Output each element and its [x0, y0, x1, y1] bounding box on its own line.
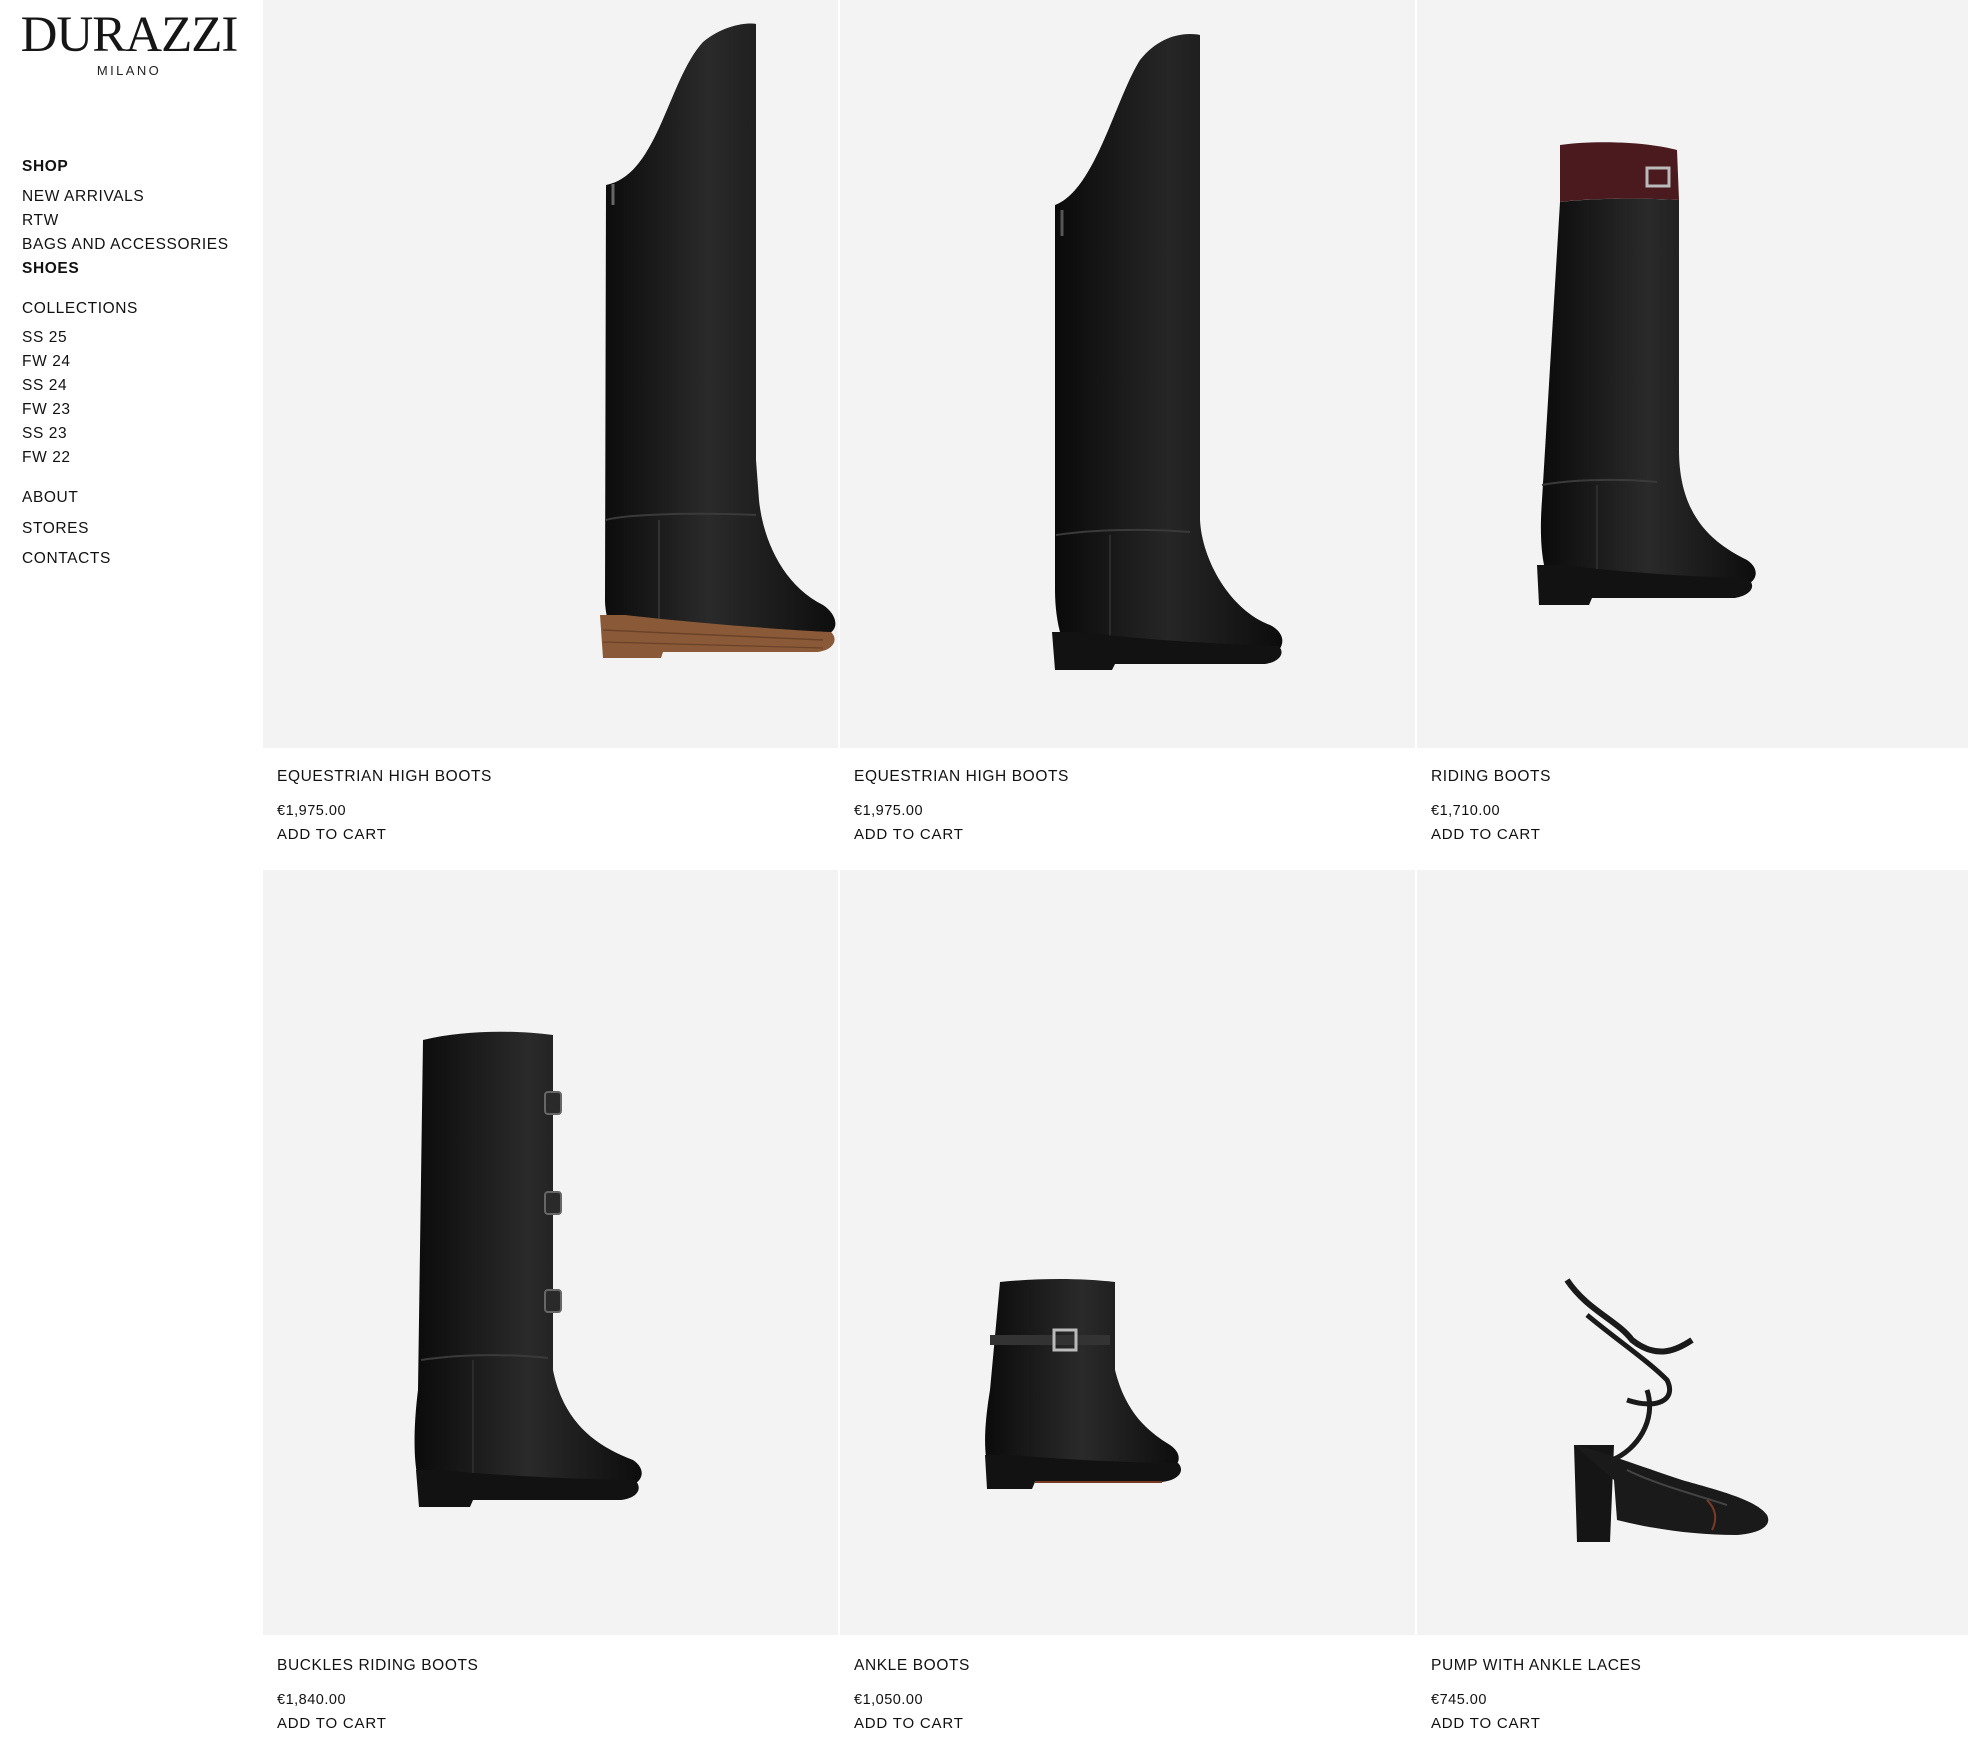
product-card: BUCKLES RIDING BOOTS €1,840.00 ADD TO CA…	[263, 870, 838, 1752]
product-image[interactable]	[840, 0, 1415, 748]
brand-city: MILANO	[96, 63, 162, 78]
nav-about[interactable]: ABOUT	[22, 489, 78, 507]
nav-collection-fw24[interactable]: FW 24	[22, 353, 71, 371]
product-image[interactable]	[1417, 870, 1968, 1635]
product-name[interactable]: EQUESTRIAN HIGH BOOTS	[854, 768, 1069, 786]
product-name[interactable]: EQUESTRIAN HIGH BOOTS	[277, 768, 492, 786]
product-image[interactable]	[1417, 0, 1968, 748]
nav-collection-fw23[interactable]: FW 23	[22, 401, 71, 419]
add-to-cart-button[interactable]: ADD TO CART	[277, 826, 387, 843]
boot-buckles-image	[414, 1031, 642, 1507]
product-card: EQUESTRIAN HIGH BOOTS €1,975.00 ADD TO C…	[263, 0, 838, 870]
add-to-cart-button[interactable]: ADD TO CART	[854, 1715, 964, 1732]
product-name[interactable]: PUMP WITH ANKLE LACES	[1431, 1657, 1641, 1675]
nav-collections[interactable]: COLLECTIONS	[22, 300, 138, 318]
product-image[interactable]	[840, 870, 1415, 1635]
product-name[interactable]: ANKLE BOOTS	[854, 1657, 970, 1675]
brand-name: DURAZZI	[20, 7, 239, 63]
nav-shop[interactable]: SHOP	[22, 158, 68, 176]
pump-laces-image	[1564, 1278, 1769, 1542]
product-price: €1,050.00	[854, 1692, 924, 1708]
product-price: €745.00	[1431, 1692, 1487, 1708]
nav-stores[interactable]: STORES	[22, 520, 89, 538]
add-to-cart-button[interactable]: ADD TO CART	[854, 826, 964, 843]
nav-bags-accessories[interactable]: BAGS AND ACCESSORIES	[22, 236, 229, 254]
product-card: RIDING BOOTS €1,710.00 ADD TO CART	[1417, 0, 1968, 870]
product-price: €1,975.00	[277, 803, 347, 819]
product-price: €1,975.00	[854, 803, 924, 819]
nav-collection-ss23[interactable]: SS 23	[22, 425, 67, 443]
add-to-cart-button[interactable]: ADD TO CART	[277, 1715, 387, 1732]
sidebar: DURAZZI MILANO SHOP NEW ARRIVALS RTW BAG…	[0, 0, 263, 1752]
product-card: PUMP WITH ANKLE LACES €745.00 ADD TO CAR…	[1417, 870, 1968, 1752]
product-image[interactable]	[263, 870, 838, 1635]
product-name[interactable]: RIDING BOOTS	[1431, 768, 1551, 786]
nav-collection-ss25[interactable]: SS 25	[22, 329, 67, 347]
product-grid: EQUESTRIAN HIGH BOOTS €1,975.00 ADD TO C…	[263, 0, 1968, 1752]
nav-collection-ss24[interactable]: SS 24	[22, 377, 67, 395]
boot-tall-wood-sole-image	[600, 23, 836, 658]
product-card: EQUESTRIAN HIGH BOOTS €1,975.00 ADD TO C…	[840, 0, 1415, 870]
ankle-boot-image	[985, 1279, 1182, 1489]
product-image[interactable]	[263, 0, 838, 748]
nav-contacts[interactable]: CONTACTS	[22, 550, 111, 568]
product-card: ANKLE BOOTS €1,050.00 ADD TO CART	[840, 870, 1415, 1752]
boot-riding-burgundy-cuff-image	[1537, 142, 1756, 605]
product-price: €1,840.00	[277, 1692, 347, 1708]
add-to-cart-button[interactable]: ADD TO CART	[1431, 1715, 1541, 1732]
nav-shoes[interactable]: SHOES	[22, 260, 79, 278]
product-price: €1,710.00	[1431, 803, 1501, 819]
boot-tall-black-sole-image	[1052, 34, 1283, 670]
brand-logo[interactable]: DURAZZI MILANO	[20, 7, 239, 78]
nav-rtw[interactable]: RTW	[22, 212, 59, 230]
product-name[interactable]: BUCKLES RIDING BOOTS	[277, 1657, 478, 1675]
nav-new-arrivals[interactable]: NEW ARRIVALS	[22, 188, 144, 206]
add-to-cart-button[interactable]: ADD TO CART	[1431, 826, 1541, 843]
nav-collection-fw22[interactable]: FW 22	[22, 449, 71, 467]
